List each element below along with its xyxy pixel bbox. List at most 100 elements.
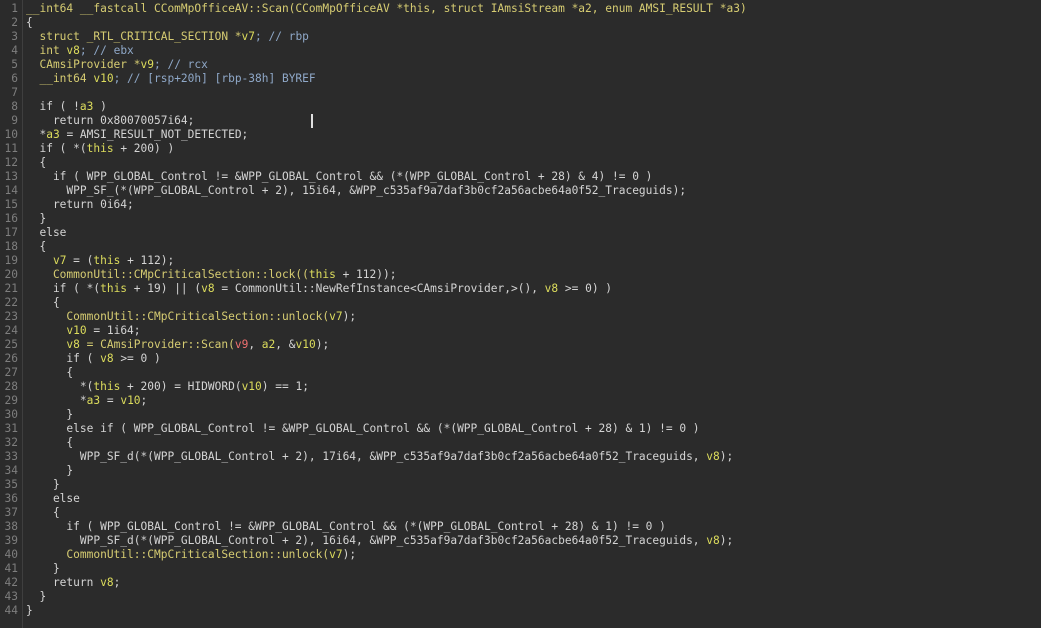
- code-line[interactable]: 12 {: [0, 156, 1041, 170]
- code-line[interactable]: 16 }: [0, 212, 1041, 226]
- code-line[interactable]: 32 {: [0, 436, 1041, 450]
- code-line[interactable]: 14 WPP_SF_(*(WPP_GLOBAL_Control + 2), 15…: [0, 184, 1041, 198]
- code-token: if ( *(: [26, 282, 101, 295]
- line-number: 4: [11, 44, 18, 57]
- code-text: *(this + 200) = HIDWORD(v10) == 1;: [26, 380, 309, 394]
- line-number: 6: [11, 72, 18, 85]
- code-line[interactable]: 24 v10 = 1i64;: [0, 324, 1041, 338]
- code-line[interactable]: 35 }: [0, 478, 1041, 492]
- code-line[interactable]: 15 return 0i64;: [0, 198, 1041, 212]
- code-text: }: [26, 604, 33, 618]
- code-token: + 200) = HIDWORD(: [120, 380, 242, 393]
- text-cursor: [311, 114, 313, 128]
- code-token: {: [26, 296, 60, 309]
- code-line[interactable]: 21 if ( *(this + 19) || (v8 = CommonUtil…: [0, 282, 1041, 296]
- code-token: v10: [295, 338, 316, 351]
- code-token: {: [26, 156, 47, 169]
- code-text: else: [26, 492, 80, 506]
- line-number: 34: [4, 464, 18, 477]
- code-token: }: [26, 478, 60, 491]
- code-line[interactable]: 23 CommonUtil::CMpCriticalSection::unloc…: [0, 310, 1041, 324]
- code-text: else if ( WPP_GLOBAL_Control != &WPP_GLO…: [26, 422, 699, 436]
- line-number: 44: [4, 604, 18, 617]
- code-line[interactable]: 13 if ( WPP_GLOBAL_Control != &WPP_GLOBA…: [0, 170, 1041, 184]
- code-line[interactable]: 10 *a3 = AMSI_RESULT_NOT_DETECTED;: [0, 128, 1041, 142]
- line-number: 11: [4, 142, 18, 155]
- code-token: = CAmsiProvider::Scan(: [79, 338, 235, 351]
- line-number: 22: [4, 296, 18, 309]
- code-line[interactable]: 25 v8 = CAmsiProvider::Scan(v9, a2, &v10…: [0, 338, 1041, 352]
- code-line[interactable]: 41 }: [0, 562, 1041, 576]
- code-token: a3: [79, 100, 94, 113]
- code-line[interactable]: 26 if ( v8 >= 0 ): [0, 352, 1041, 366]
- code-text: CAmsiProvider *v9; // rcx: [26, 58, 208, 72]
- code-text: else: [26, 226, 66, 240]
- code-line[interactable]: 5 CAmsiProvider *v9; // rcx: [0, 58, 1041, 72]
- line-number: 26: [4, 352, 18, 365]
- code-token: this: [93, 254, 121, 267]
- code-text: }: [26, 478, 60, 492]
- code-token: this: [86, 142, 114, 155]
- code-line[interactable]: 36 else: [0, 492, 1041, 506]
- code-token: + 112));: [335, 268, 397, 281]
- code-line[interactable]: 27 {: [0, 366, 1041, 380]
- code-token: }: [26, 562, 60, 575]
- line-number: 28: [4, 380, 18, 393]
- code-token: else: [26, 492, 80, 505]
- code-line[interactable]: 17 else: [0, 226, 1041, 240]
- code-token: v8: [66, 44, 80, 57]
- code-line[interactable]: 43 }: [0, 590, 1041, 604]
- code-token: v10: [241, 380, 262, 393]
- code-line[interactable]: 3 struct _RTL_CRITICAL_SECTION *v7; // r…: [0, 30, 1041, 44]
- code-line[interactable]: 18 {: [0, 240, 1041, 254]
- code-line[interactable]: 42 return v8;: [0, 576, 1041, 590]
- code-line[interactable]: 11 if ( *(this + 200) ): [0, 142, 1041, 156]
- code-token: ; // rcx: [154, 58, 208, 71]
- pseudocode-editor[interactable]: 1 __int64 __fastcall CComMpOfficeAV::Scan…: [0, 0, 1041, 628]
- code-line[interactable]: 33 WPP_SF_d(*(WPP_GLOBAL_Control + 2), 1…: [0, 450, 1041, 464]
- code-line[interactable]: 8 if ( !a3 ): [0, 100, 1041, 114]
- code-line[interactable]: 38 if ( WPP_GLOBAL_Control != &WPP_GLOBA…: [0, 520, 1041, 534]
- code-line[interactable]: 39 WPP_SF_d(*(WPP_GLOBAL_Control + 2), 1…: [0, 534, 1041, 548]
- code-text: if ( WPP_GLOBAL_Control != &WPP_GLOBAL_C…: [26, 170, 652, 184]
- code-line[interactable]: 22 {: [0, 296, 1041, 310]
- code-token: ; // ebx: [79, 44, 134, 57]
- code-token: return 0x80070057i64;: [26, 114, 195, 127]
- code-line[interactable]: 28 *(this + 200) = HIDWORD(v10) == 1;: [0, 380, 1041, 394]
- code-line[interactable]: 29 *a3 = v10;: [0, 394, 1041, 408]
- code-line[interactable]: 37 {: [0, 506, 1041, 520]
- code-line[interactable]: 7: [0, 86, 1041, 100]
- code-line[interactable]: 31 else if ( WPP_GLOBAL_Control != &WPP_…: [0, 422, 1041, 436]
- code-line[interactable]: 44}: [0, 604, 1041, 618]
- code-text: if ( *(this + 200) ): [26, 142, 174, 156]
- code-token: if ( *(: [26, 142, 87, 155]
- line-number: 31: [4, 422, 18, 435]
- code-line[interactable]: 19 v7 = (this + 112);: [0, 254, 1041, 268]
- code-token: }: [26, 408, 74, 421]
- line-number: 38: [4, 520, 18, 533]
- code-line[interactable]: 2{: [0, 16, 1041, 30]
- code-line[interactable]: 1 __int64 __fastcall CComMpOfficeAV::Scan…: [0, 2, 1041, 16]
- code-token: ;: [113, 576, 121, 589]
- code-token: a3: [46, 128, 60, 141]
- code-text: }: [26, 562, 60, 576]
- code-token: return: [26, 576, 101, 589]
- code-text: }: [26, 464, 73, 478]
- code-line[interactable]: 20 CommonUtil::CMpCriticalSection::lock(…: [0, 268, 1041, 282]
- code-line[interactable]: 34 }: [0, 464, 1041, 478]
- line-number: 37: [4, 506, 18, 519]
- code-text: {: [26, 240, 46, 254]
- code-line[interactable]: 9 return 0x80070057i64;: [0, 114, 1041, 128]
- code-text: struct _RTL_CRITICAL_SECTION *v7; // rbp: [26, 30, 308, 44]
- code-text: {: [26, 156, 46, 170]
- code-token: }: [26, 590, 47, 603]
- code-line[interactable]: 30 }: [0, 408, 1041, 422]
- code-line[interactable]: 4 int v8; // ebx: [0, 44, 1041, 58]
- code-text: *a3 = v10;: [26, 394, 147, 408]
- code-line[interactable]: 40 CommonUtil::CMpCriticalSection::unloc…: [0, 548, 1041, 562]
- code-line[interactable]: 6 __int64 v10; // [rsp+20h] [rbp-38h] BY…: [0, 72, 1041, 86]
- code-token: if ( !: [26, 100, 80, 113]
- code-token: =: [100, 394, 121, 407]
